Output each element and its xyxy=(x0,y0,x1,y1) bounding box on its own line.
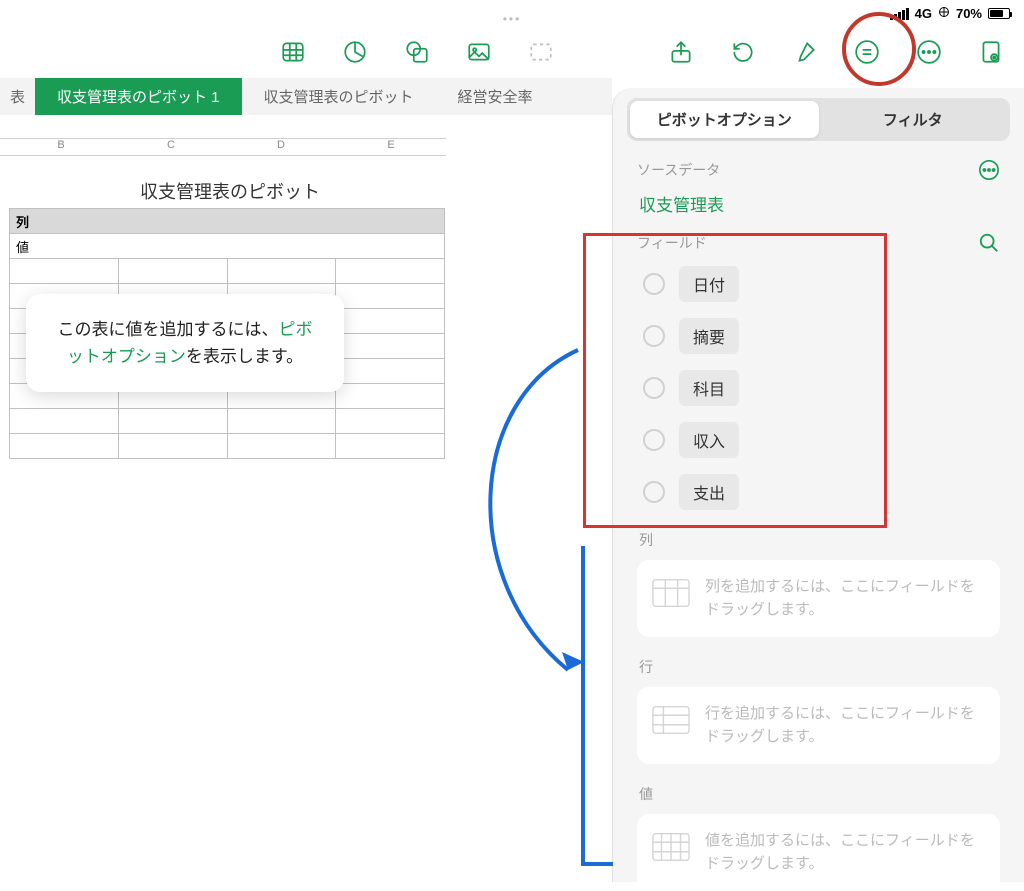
col-b[interactable]: B xyxy=(6,139,116,155)
values-dropzone[interactable]: 値を追加するには、ここにフィールドをドラッグします。 xyxy=(637,814,1000,891)
collab-icon xyxy=(528,39,554,65)
zone-hint: 値を追加するには、ここにフィールドをドラッグします。 xyxy=(705,830,986,875)
location-icon xyxy=(938,6,950,21)
radio-icon[interactable] xyxy=(643,325,665,347)
field-item-1[interactable]: 摘要 xyxy=(643,318,1000,354)
columns-zone-section: 列 列を追加するには、ここにフィールドをドラッグします。 xyxy=(627,530,1010,637)
field-tag[interactable]: 摘要 xyxy=(679,318,739,354)
hint-card: この表に値を追加するには、ピボットオプションを表示します。 xyxy=(26,294,344,392)
hint-pre: この表に値を追加するには、 xyxy=(58,320,279,339)
field-tag[interactable]: 収入 xyxy=(679,422,739,458)
radio-icon[interactable] xyxy=(643,273,665,295)
columns-zone-icon xyxy=(651,576,691,610)
rows-dropzone[interactable]: 行を追加するには、ここにフィールドをドラッグします。 xyxy=(637,687,1000,764)
rows-zone-section: 行 行を追加するには、ここにフィールドをドラッグします。 xyxy=(627,657,1010,764)
field-tag[interactable]: 支出 xyxy=(679,474,739,510)
sheet-tabs: 表 収支管理表のピボット 1 収支管理表のピボット 経営安全率 xyxy=(0,78,612,115)
column-headers: B C D E xyxy=(0,138,446,156)
radio-icon[interactable] xyxy=(643,481,665,503)
battery-pct: 70% xyxy=(956,6,982,21)
source-value[interactable]: 収支管理表 xyxy=(639,191,1000,216)
tab-sheet-3[interactable]: 経営安全率 xyxy=(436,78,555,115)
pivot-options-panel: ピボットオプション フィルタ ソースデータ 収支管理表 フィールド 日付 摘要 xyxy=(612,88,1024,882)
document-icon[interactable] xyxy=(978,39,1004,65)
radio-icon[interactable] xyxy=(643,429,665,451)
tab-sheet-0[interactable]: 表 xyxy=(0,78,35,115)
more-options-icon[interactable] xyxy=(978,159,1000,181)
zone-hint: 列を追加するには、ここにフィールドをドラッグします。 xyxy=(705,576,986,621)
shapes-icon[interactable] xyxy=(404,39,430,65)
share-icon[interactable] xyxy=(668,39,694,65)
battery-icon xyxy=(988,8,1010,19)
zone-label-columns: 列 xyxy=(639,530,998,550)
zone-hint: 行を追加するには、ここにフィールドをドラッグします。 xyxy=(705,703,986,748)
media-icon[interactable] xyxy=(466,39,492,65)
field-item-3[interactable]: 収入 xyxy=(643,422,1000,458)
values-zone-icon xyxy=(651,830,691,864)
source-data-section: ソースデータ 収支管理表 xyxy=(627,159,1010,216)
pivot-options-icon[interactable] xyxy=(854,39,880,65)
toolbar xyxy=(0,28,1024,76)
table-icon[interactable] xyxy=(280,39,306,65)
pivot-row-header: 値 xyxy=(10,234,445,259)
format-brush-icon[interactable] xyxy=(792,39,818,65)
columns-dropzone[interactable]: 列を追加するには、ここにフィールドをドラッグします。 xyxy=(637,560,1000,637)
rows-zone-icon xyxy=(651,703,691,737)
network-label: 4G xyxy=(915,6,932,21)
col-d[interactable]: D xyxy=(226,139,336,155)
hint-post: を表示します。 xyxy=(186,347,303,366)
annotation-arrow xyxy=(448,340,628,700)
tab-sheet-2[interactable]: 収支管理表のピボット xyxy=(242,78,436,115)
signal-icon xyxy=(890,8,909,20)
chart-icon[interactable] xyxy=(342,39,368,65)
field-tag[interactable]: 科目 xyxy=(679,370,739,406)
tab-sheet-1[interactable]: 収支管理表のピボット 1 xyxy=(35,78,242,115)
fields-section: フィールド 日付 摘要 科目 収入 支 xyxy=(627,232,1010,510)
undo-icon[interactable] xyxy=(730,39,756,65)
more-icon[interactable] xyxy=(916,39,942,65)
drag-handle-icon: ••• xyxy=(503,12,522,26)
panel-tab-options[interactable]: ピボットオプション xyxy=(630,101,819,138)
status-bar: 4G 70% xyxy=(890,6,1010,21)
panel-tabs: ピボットオプション フィルタ xyxy=(627,98,1010,141)
annotation-blue-bracket xyxy=(581,546,613,866)
pivot-col-header: 列 xyxy=(10,209,445,234)
col-c[interactable]: C xyxy=(116,139,226,155)
radio-icon[interactable] xyxy=(643,377,665,399)
panel-tab-filter[interactable]: フィルタ xyxy=(819,101,1008,138)
values-zone-section: 値 値を追加するには、ここにフィールドをドラッグします。 xyxy=(627,784,1010,891)
field-item-4[interactable]: 支出 xyxy=(643,474,1000,510)
fields-label: フィールド xyxy=(637,233,707,253)
search-icon[interactable] xyxy=(978,232,1000,254)
pivot-title: 収支管理表のピボット xyxy=(20,178,440,204)
field-item-2[interactable]: 科目 xyxy=(643,370,1000,406)
source-label: ソースデータ xyxy=(637,160,720,180)
col-e[interactable]: E xyxy=(336,139,446,155)
field-item-0[interactable]: 日付 xyxy=(643,266,1000,302)
zone-label-values: 値 xyxy=(639,784,998,804)
field-tag[interactable]: 日付 xyxy=(679,266,739,302)
zone-label-rows: 行 xyxy=(639,657,998,677)
